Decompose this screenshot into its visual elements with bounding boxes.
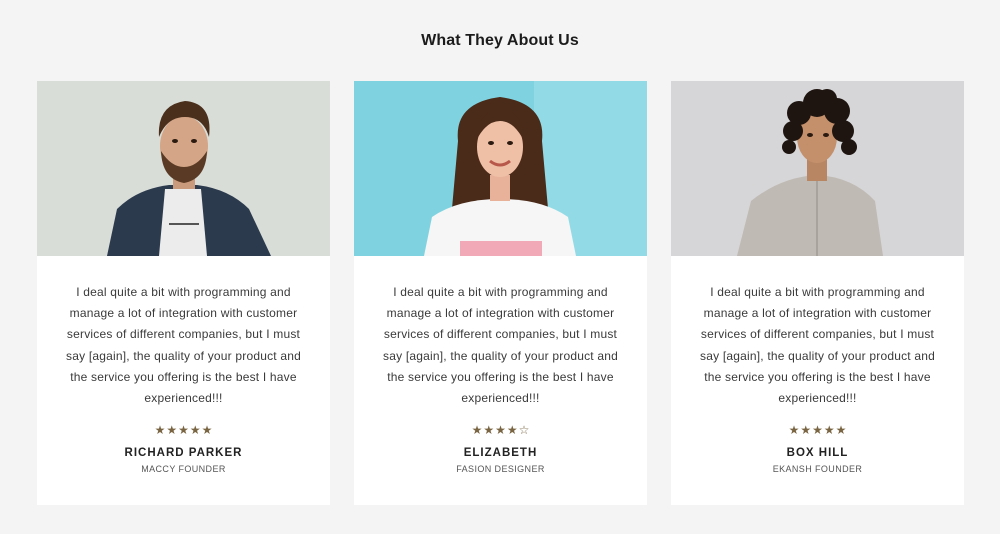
testimonial-quote: I deal quite a bit with programming and … bbox=[383, 285, 618, 406]
customer-photo bbox=[37, 81, 330, 256]
star-filled-icon: ★ bbox=[800, 423, 812, 438]
testimonials-row: I deal quite a bit with programming and … bbox=[37, 81, 964, 505]
star-rating: ★ ★ ★ ★ ☆ bbox=[472, 423, 530, 437]
customer-name: RICHARD PARKER bbox=[124, 447, 243, 460]
star-filled-icon: ★ bbox=[483, 423, 495, 438]
star-filled-icon: ★ bbox=[823, 423, 835, 438]
testimonial-quote: I deal quite a bit with programming and … bbox=[66, 285, 301, 406]
customer-photo bbox=[354, 81, 647, 256]
testimonial-card: I deal quite a bit with programming and … bbox=[671, 81, 964, 505]
customer-role: EKANSH FOUNDER bbox=[772, 464, 863, 475]
testimonial-card: I deal quite a bit with programming and … bbox=[354, 81, 647, 505]
customer-role: FASION DESIGNER bbox=[456, 464, 545, 475]
star-filled-icon: ★ bbox=[495, 423, 506, 438]
star-filled-icon: ★ bbox=[166, 423, 178, 438]
testimonial-card: I deal quite a bit with programming and … bbox=[37, 81, 330, 505]
customer-role: MACCY FOUNDER bbox=[141, 464, 226, 475]
star-empty-icon: ☆ bbox=[518, 423, 530, 438]
section-title: What They About Us bbox=[421, 32, 579, 49]
star-filled-icon: ★ bbox=[201, 423, 213, 438]
star-filled-icon: ★ bbox=[189, 423, 201, 438]
star-filled-icon: ★ bbox=[506, 423, 518, 438]
star-filled-icon: ★ bbox=[788, 423, 800, 438]
customer-name: ELIZABETH bbox=[463, 447, 538, 460]
star-rating: ★ ★ ★ ★ ★ bbox=[155, 423, 213, 437]
star-filled-icon: ★ bbox=[812, 423, 823, 438]
star-rating: ★ ★ ★ ★ ★ bbox=[789, 423, 847, 437]
star-filled-icon: ★ bbox=[178, 423, 189, 438]
star-filled-icon: ★ bbox=[154, 423, 166, 438]
testimonial-quote: I deal quite a bit with programming and … bbox=[700, 285, 935, 406]
star-filled-icon: ★ bbox=[471, 423, 483, 438]
customer-photo bbox=[671, 81, 964, 256]
customer-name: BOX HILL bbox=[786, 447, 849, 460]
star-filled-icon: ★ bbox=[835, 423, 847, 438]
